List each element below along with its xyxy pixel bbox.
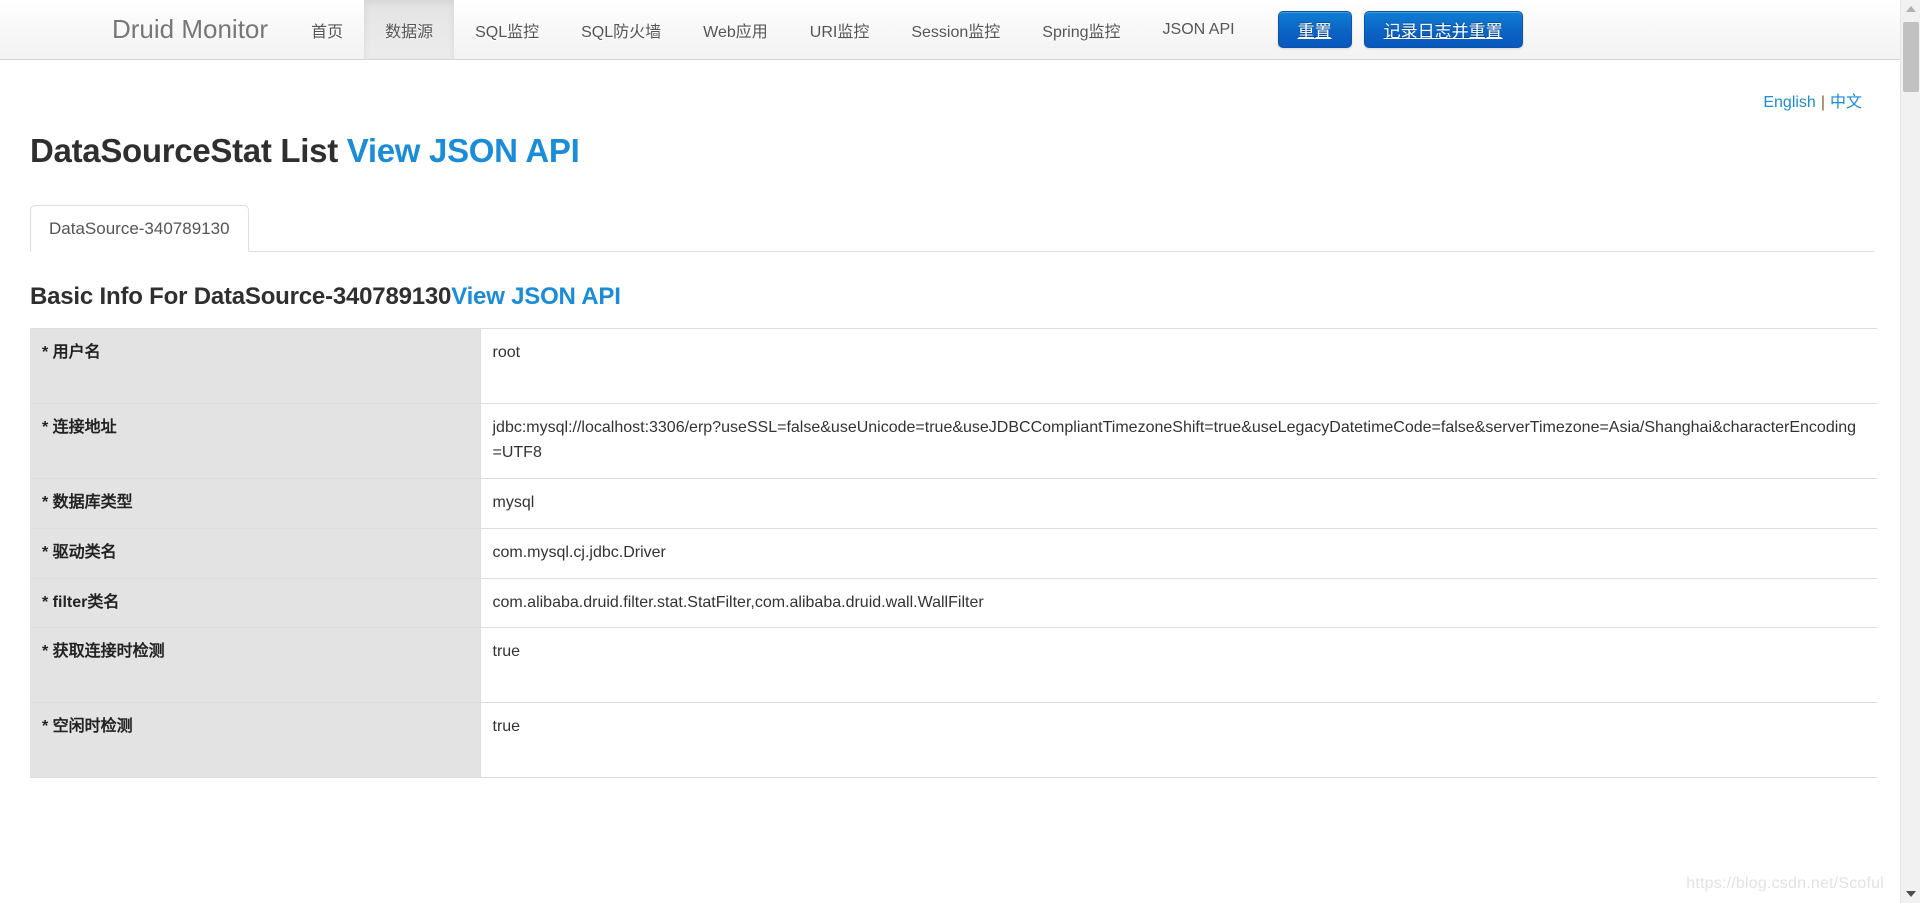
scrollbar-thumb[interactable] bbox=[1903, 22, 1919, 92]
table-row: * filter类名 com.alibaba.druid.filter.stat… bbox=[30, 578, 1877, 629]
navbar-buttons: 重置 记录日志并重置 bbox=[1277, 0, 1523, 59]
nav-link-sql-firewall[interactable]: SQL防火墙 bbox=[560, 0, 682, 59]
row-value-database-type: mysql bbox=[480, 478, 1877, 529]
row-key-database-type: * 数据库类型 bbox=[30, 478, 481, 529]
row-key-test-while-idle: * 空闲时检测 bbox=[30, 702, 481, 779]
table-row: * 空闲时检测 true bbox=[30, 702, 1877, 779]
nav-link-web-app[interactable]: Web应用 bbox=[682, 0, 789, 59]
row-key-username: * 用户名 bbox=[30, 328, 481, 404]
section-title-text: Basic Info For DataSource-340789130 bbox=[30, 283, 452, 310]
nav-link-json-api[interactable]: JSON API bbox=[1142, 0, 1256, 59]
nav-item-uri-monitor[interactable]: URI监控 bbox=[789, 0, 891, 59]
page-title: DataSourceStat List View JSON API bbox=[30, 132, 1874, 170]
nav-link-datasource[interactable]: 数据源 bbox=[364, 0, 455, 59]
row-value-test-while-idle: true bbox=[480, 702, 1877, 779]
vertical-scrollbar[interactable] bbox=[1900, 0, 1920, 903]
nav-item-datasource[interactable]: 数据源 bbox=[364, 0, 455, 59]
section-title: Basic Info For DataSource-340789130View … bbox=[30, 283, 1874, 311]
lang-english-link[interactable]: English bbox=[1763, 94, 1815, 111]
lang-chinese-link[interactable]: 中文 bbox=[1830, 94, 1862, 111]
language-switcher: English | 中文 bbox=[30, 60, 1874, 112]
csdn-watermark: https://blog.csdn.net/Scoful bbox=[1686, 875, 1884, 892]
table-row: * 驱动类名 com.mysql.cj.jdbc.Driver bbox=[30, 528, 1877, 579]
table-row: * 获取连接时检测 true bbox=[30, 627, 1877, 704]
row-key-test-on-borrow: * 获取连接时检测 bbox=[30, 627, 481, 704]
nav-link-spring-monitor[interactable]: Spring监控 bbox=[1021, 0, 1141, 59]
datasource-tabs: DataSource-340789130 bbox=[30, 205, 1874, 252]
row-key-filter-class: * filter类名 bbox=[30, 578, 481, 629]
nav-item-session-monitor[interactable]: Session监控 bbox=[890, 0, 1021, 59]
nav-item-json-api[interactable]: JSON API bbox=[1142, 0, 1256, 59]
nav-link-home[interactable]: 首页 bbox=[290, 0, 364, 59]
row-value-connection-url: jdbc:mysql://localhost:3306/erp?useSSL=f… bbox=[480, 403, 1877, 479]
row-value-username: root bbox=[480, 328, 1877, 404]
table-row: * 连接地址 jdbc:mysql://localhost:3306/erp?u… bbox=[30, 403, 1877, 479]
nav-item-home[interactable]: 首页 bbox=[290, 0, 364, 59]
nav-item-sql-monitor[interactable]: SQL监控 bbox=[454, 0, 560, 59]
scroll-down-arrow-icon[interactable] bbox=[1901, 885, 1920, 903]
brand-title[interactable]: Druid Monitor bbox=[112, 0, 290, 59]
nav-item-web-app[interactable]: Web应用 bbox=[682, 0, 789, 59]
lang-separator: | bbox=[1820, 94, 1825, 111]
tab-datasource-340789130[interactable]: DataSource-340789130 bbox=[30, 205, 249, 252]
nav-link-uri-monitor[interactable]: URI监控 bbox=[789, 0, 891, 59]
navbar-links: 首页 数据源 SQL监控 SQL防火墙 Web应用 URI监控 Session监… bbox=[290, 0, 1256, 59]
reset-button[interactable]: 重置 bbox=[1277, 11, 1352, 48]
row-key-connection-url: * 连接地址 bbox=[30, 403, 481, 479]
navbar-inner: Druid Monitor 首页 数据源 SQL监控 SQL防火墙 Web应用 … bbox=[0, 0, 1900, 59]
nav-link-sql-monitor[interactable]: SQL监控 bbox=[454, 0, 560, 59]
row-value-test-on-borrow: true bbox=[480, 627, 1877, 704]
page-root: Druid Monitor 首页 数据源 SQL监控 SQL防火墙 Web应用 … bbox=[0, 0, 1900, 903]
row-value-driver-class: com.mysql.cj.jdbc.Driver bbox=[480, 528, 1877, 579]
scroll-up-arrow-icon[interactable] bbox=[1901, 0, 1920, 18]
row-value-filter-class: com.alibaba.druid.filter.stat.StatFilter… bbox=[480, 578, 1877, 629]
view-json-api-link-top[interactable]: View JSON API bbox=[347, 132, 580, 169]
log-and-reset-button[interactable]: 记录日志并重置 bbox=[1363, 11, 1523, 48]
page-title-text: DataSourceStat List bbox=[30, 132, 338, 169]
nav-item-sql-firewall[interactable]: SQL防火墙 bbox=[560, 0, 682, 59]
table-row: * 用户名 root bbox=[30, 328, 1877, 404]
view-json-api-link-section[interactable]: View JSON API bbox=[451, 283, 621, 310]
table-row: * 数据库类型 mysql bbox=[30, 478, 1877, 529]
main-content: English | 中文 DataSourceStat List View JSON… bbox=[0, 60, 1900, 779]
nav-link-session-monitor[interactable]: Session监控 bbox=[890, 0, 1021, 59]
nav-item-spring-monitor[interactable]: Spring监控 bbox=[1021, 0, 1141, 59]
top-navbar: Druid Monitor 首页 数据源 SQL监控 SQL防火墙 Web应用 … bbox=[0, 0, 1900, 60]
basic-info-table: * 用户名 root * 连接地址 jdbc:mysql://localhost… bbox=[30, 328, 1877, 779]
row-key-driver-class: * 驱动类名 bbox=[30, 528, 481, 579]
